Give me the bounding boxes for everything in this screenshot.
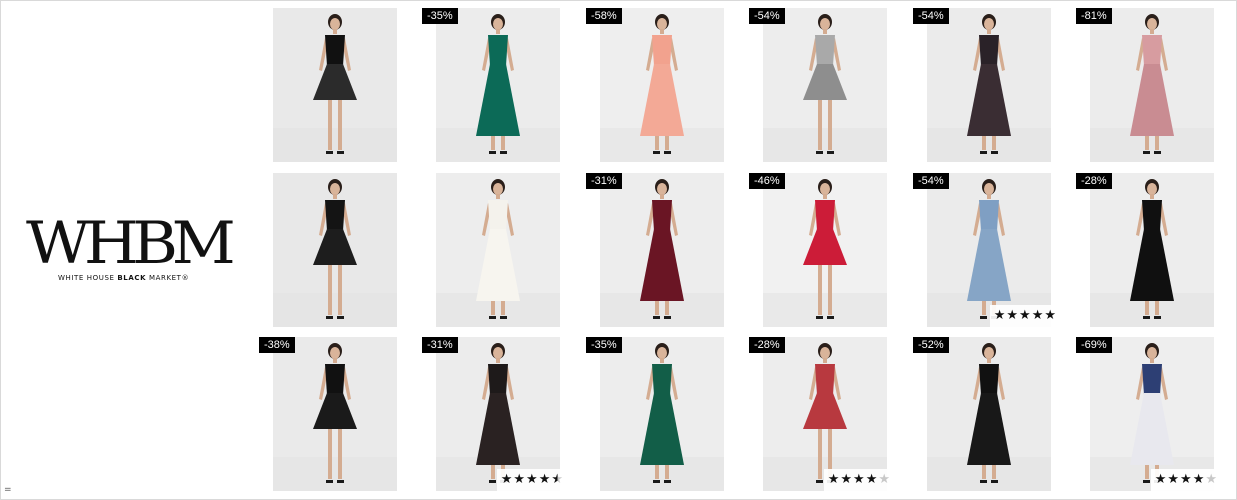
- product-image: [763, 8, 887, 162]
- star-rating: ★★★★★: [496, 469, 568, 491]
- product-image-frame[interactable]: [436, 337, 560, 491]
- product-card[interactable]: -31%: [586, 173, 724, 327]
- product-image: [927, 173, 1051, 327]
- product-card[interactable]: [273, 173, 397, 327]
- product-image: [763, 337, 887, 491]
- discount-badge: -46%: [749, 173, 785, 189]
- discount-badge: -35%: [422, 8, 458, 24]
- product-image: [436, 173, 560, 327]
- product-image: [436, 8, 560, 162]
- discount-badge: -28%: [1076, 173, 1112, 189]
- product-image-frame[interactable]: [763, 337, 887, 491]
- star-rating: ★★★★★: [1150, 469, 1222, 491]
- product-image-frame[interactable]: [1090, 337, 1214, 491]
- star-icon: ★: [526, 472, 539, 487]
- product-card[interactable]: -52%: [913, 337, 1051, 491]
- product-image: [600, 337, 724, 491]
- star-icon: ★: [1031, 308, 1045, 323]
- star-rating: ★★★★★: [823, 469, 895, 491]
- product-image-frame[interactable]: [927, 337, 1051, 491]
- star-icon: ★: [827, 472, 841, 487]
- product-image: [1090, 8, 1214, 162]
- product-image-frame[interactable]: [273, 173, 397, 327]
- star-icon: ★: [878, 472, 891, 487]
- discount-badge: -54%: [913, 173, 949, 189]
- product-card[interactable]: [436, 173, 560, 327]
- product-card[interactable]: -46%: [749, 173, 887, 327]
- product-image-frame[interactable]: [1090, 8, 1214, 162]
- discount-badge: -35%: [586, 337, 622, 353]
- star-icon: ★: [513, 472, 527, 487]
- star-rating: ★★★★★: [989, 305, 1061, 327]
- product-card[interactable]: -28%: [1076, 173, 1214, 327]
- brand-logo[interactable]: WHBM WHITE HOUSE BLACK MARKET®: [26, 214, 236, 286]
- product-image: [600, 173, 724, 327]
- product-card[interactable]: -31% ★★★★★: [422, 337, 568, 491]
- discount-badge: -31%: [586, 173, 622, 189]
- product-card[interactable]: -35%: [422, 8, 560, 162]
- product-image: [927, 337, 1051, 491]
- product-image-frame[interactable]: [763, 173, 887, 327]
- product-image-frame[interactable]: [600, 173, 724, 327]
- product-image-frame[interactable]: [436, 8, 560, 162]
- product-image: [1090, 337, 1214, 491]
- product-image-frame[interactable]: [273, 8, 397, 162]
- star-icon: ★: [840, 472, 854, 487]
- product-image-frame[interactable]: [1090, 173, 1214, 327]
- star-icon: ★: [1154, 472, 1168, 487]
- product-card[interactable]: -58%: [586, 8, 724, 162]
- discount-badge: -31%: [422, 337, 458, 353]
- product-card[interactable]: -81%: [1076, 8, 1214, 162]
- product-card[interactable]: -38%: [259, 337, 397, 491]
- brand-logo-mark: WHBM: [26, 209, 236, 277]
- product-image: [927, 8, 1051, 162]
- product-image: [763, 173, 887, 327]
- product-image-frame[interactable]: [600, 8, 724, 162]
- discount-badge: -52%: [913, 337, 949, 353]
- discount-badge: -28%: [749, 337, 785, 353]
- star-icon: ★: [865, 472, 879, 487]
- product-card[interactable]: -69% ★★★★★: [1076, 337, 1222, 491]
- product-card[interactable]: -35%: [586, 337, 724, 491]
- star-icon: ★: [500, 472, 514, 487]
- product-image: [600, 8, 724, 162]
- product-image-frame[interactable]: [273, 337, 397, 491]
- product-card[interactable]: -54%: [913, 8, 1051, 162]
- product-image: [273, 8, 397, 162]
- star-icon: ★: [1167, 472, 1181, 487]
- star-icon: ★: [1192, 472, 1206, 487]
- star-icon: ★: [1006, 308, 1020, 323]
- product-image: [273, 337, 397, 491]
- product-card[interactable]: [273, 8, 397, 162]
- product-image-frame[interactable]: [927, 8, 1051, 162]
- product-image-frame[interactable]: [927, 173, 1051, 327]
- discount-badge: -69%: [1076, 337, 1112, 353]
- menu-icon[interactable]: =: [4, 486, 12, 495]
- product-image-frame[interactable]: [600, 337, 724, 491]
- star-icon: ★: [551, 472, 564, 487]
- discount-badge: -54%: [749, 8, 785, 24]
- product-image: [1090, 173, 1214, 327]
- star-icon: ★: [1044, 308, 1057, 323]
- star-icon: ★: [993, 308, 1007, 323]
- discount-badge: -54%: [913, 8, 949, 24]
- product-image: [436, 337, 560, 491]
- discount-badge: -81%: [1076, 8, 1112, 24]
- product-card[interactable]: -28% ★★★★★: [749, 337, 895, 491]
- product-card[interactable]: -54% ★★★★★: [913, 173, 1061, 327]
- star-icon: ★: [1019, 308, 1032, 323]
- discount-badge: -38%: [259, 337, 295, 353]
- star-icon: ★: [1180, 472, 1193, 487]
- product-image: [273, 173, 397, 327]
- star-icon: ★: [853, 472, 866, 487]
- discount-badge: -58%: [586, 8, 622, 24]
- product-image-frame[interactable]: [436, 173, 560, 327]
- star-icon: ★: [538, 472, 552, 487]
- product-image-frame[interactable]: [763, 8, 887, 162]
- brand-logo-subtitle: WHITE HOUSE BLACK MARKET®: [58, 274, 190, 282]
- star-icon: ★: [1205, 472, 1218, 487]
- product-card[interactable]: -54%: [749, 8, 887, 162]
